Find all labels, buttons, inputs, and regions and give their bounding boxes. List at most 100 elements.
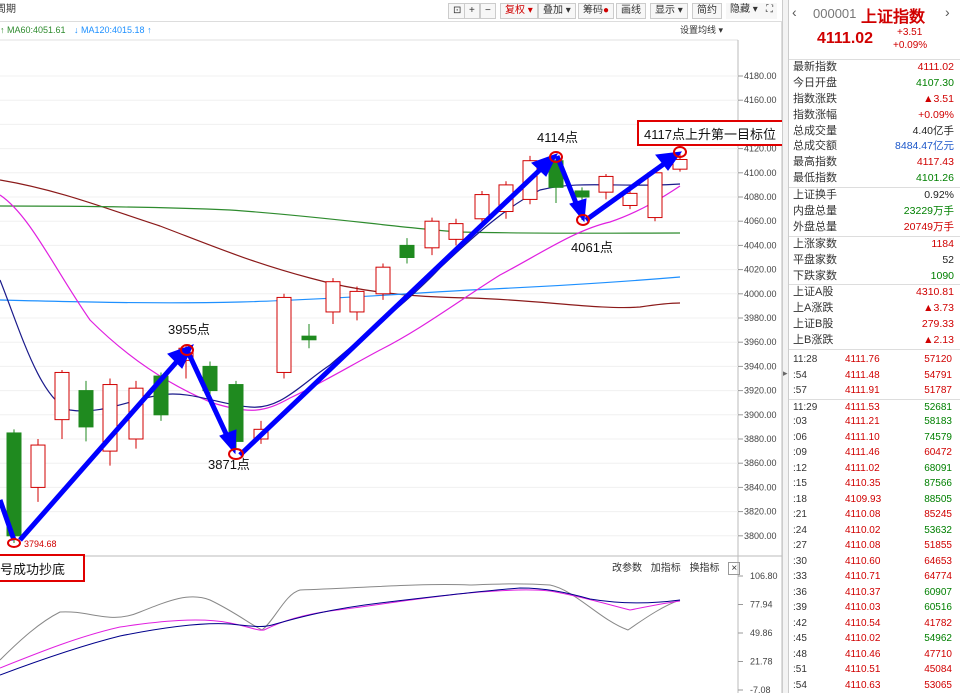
candlestick[interactable] — [325, 278, 341, 325]
period-button[interactable]: 周期 — [0, 3, 20, 19]
stat-value: 52 — [942, 253, 954, 266]
stat-value: 20749万手 — [903, 220, 954, 233]
huaxian-button[interactable]: 画线 — [616, 3, 646, 19]
zoom-out-button[interactable]: − — [480, 3, 496, 19]
tick-row: 11:28 4111.76 57120 — [789, 352, 960, 368]
kline-chart-panel[interactable]: 4180.004160.004140.004120.004100.004080.… — [0, 0, 782, 693]
tick-time: :24 — [793, 524, 807, 536]
candlestick[interactable] — [54, 370, 70, 439]
expand-icon[interactable]: ⛶ — [762, 3, 777, 19]
kline-chart-svg[interactable]: 4180.004160.004140.004120.004100.004080.… — [0, 0, 782, 693]
tick-price: 4109.93 — [845, 493, 882, 505]
tick-time: :39 — [793, 602, 807, 614]
candlestick[interactable] — [647, 169, 663, 222]
tick-volume: 54791 — [924, 369, 952, 381]
prev-arrow-icon[interactable]: ‹ — [792, 4, 797, 20]
annot-3871: 3871点 — [208, 457, 250, 472]
tick-time: 11:29 — [793, 401, 818, 413]
tick-row: :48 4110.46 47710 — [789, 647, 960, 663]
candlestick[interactable] — [448, 218, 464, 246]
tick-row: :12 4111.02 68091 — [789, 461, 960, 477]
tick-price: 4110.08 — [845, 509, 881, 521]
indicator-tick-label: 21.78 — [750, 657, 773, 667]
stat-label: 上证换手 — [793, 189, 837, 202]
tick-price: 4110.63 — [845, 679, 881, 691]
price-tick-label: 4100.00 — [744, 168, 777, 178]
tick-time: 11:28 — [793, 354, 818, 366]
tick-time: :18 — [793, 493, 807, 505]
setting-ma-button[interactable]: 设置均线 ▾ — [680, 22, 723, 38]
tick-row: :03 4111.21 58183 — [789, 414, 960, 430]
candlestick[interactable] — [78, 380, 94, 442]
candlestick[interactable] — [30, 439, 46, 502]
fuquan-button[interactable]: 复权 ▾ — [500, 3, 538, 19]
tick-price: 4110.51 — [845, 664, 881, 676]
candlestick[interactable] — [424, 217, 440, 256]
price-tick-label: 3900.00 — [744, 410, 777, 420]
annot-signal: 号成功抄底 — [0, 562, 65, 577]
stat-label: 上涨家数 — [793, 237, 837, 250]
tick-time: :54 — [793, 679, 807, 691]
chouma-button[interactable]: 筹码● — [578, 3, 615, 19]
jianyue-button[interactable]: 简约 — [692, 3, 722, 19]
tick-volume: 85245 — [924, 509, 952, 521]
yincang-button[interactable]: 隐藏 ▾ — [726, 3, 762, 19]
zoom-in-button[interactable]: + — [464, 3, 480, 19]
tick-row: :18 4109.93 88505 — [789, 492, 960, 508]
stat-row: 下跌家数 1090 — [789, 269, 960, 285]
stats-group-4: 上证A股 4310.81 上A涨跌 ▲3.73 上证B股 279.33 上B涨跌 ▲2.13 — [789, 284, 960, 349]
tick-price: 4111.02 — [845, 462, 880, 474]
tick-price: 4110.54 — [845, 617, 881, 629]
huanzhibiao-button[interactable]: 换指标 — [690, 563, 720, 574]
trend-arrows — [0, 151, 683, 542]
tick-volume: 45084 — [924, 664, 952, 676]
tick-list[interactable]: 11:28 4111.76 57120:54 4111.48 54791:57 4111.… — [789, 349, 960, 693]
jiazhibiao-button[interactable]: 加指标 — [651, 563, 681, 574]
price-tick-label: 3820.00 — [744, 507, 777, 517]
tick-volume: 60907 — [924, 586, 952, 598]
stat-row: 指数涨跌 ▲3.51 — [789, 92, 960, 108]
ma-legend: ↑ MA60:4051.61 ↓ MA120:4015.18 ↑ 设置均线 ▾ — [0, 22, 782, 38]
stat-row: 最新指数 4111.02 — [789, 60, 960, 76]
tick-row: :27 4110.08 51855 — [789, 538, 960, 554]
stat-row: 上证B股 279.33 — [789, 317, 960, 333]
close-icon[interactable]: × — [728, 562, 741, 575]
candlestick[interactable] — [102, 378, 118, 466]
diejia-button[interactable]: 叠加 ▾ — [538, 3, 576, 19]
tick-volume: 68091 — [924, 462, 952, 474]
tick-time: :15 — [793, 478, 807, 490]
stat-row: 上证A股 4310.81 — [789, 285, 960, 301]
next-arrow-icon[interactable]: › — [945, 4, 950, 20]
stat-row: 总成交额 8484.47亿元 — [789, 139, 960, 155]
price-tick-label: 3840.00 — [744, 482, 777, 492]
candlestick[interactable] — [301, 324, 317, 349]
tick-row: :30 4110.60 64653 — [789, 554, 960, 570]
stat-row: 总成交量 4.40亿手 — [789, 124, 960, 140]
candlestick[interactable] — [276, 293, 292, 379]
tick-row: :51 4110.51 45084 — [789, 662, 960, 678]
indicator-tick-label: -7.08 — [750, 685, 771, 693]
indicator-tick-label: 77.94 — [750, 600, 773, 610]
candlestick[interactable] — [598, 174, 614, 200]
gaicanshu-button[interactable]: 改参数 — [612, 563, 642, 574]
quote-sidebar: ‹ 000001 上证指数 › 4111.02 +3.51 +0.09% 最新指… — [788, 0, 960, 693]
stat-row: 上涨家数 1184 — [789, 237, 960, 253]
tick-time: :33 — [793, 571, 807, 583]
xianshi-button[interactable]: 显示 ▾ — [650, 3, 688, 19]
tick-price: 4110.37 — [845, 586, 881, 598]
stat-label: 上B涨跌 — [793, 334, 834, 347]
stat-label: 总成交量 — [793, 124, 837, 137]
tick-volume: 47710 — [924, 648, 952, 660]
stat-value: 279.33 — [921, 318, 954, 331]
collapse-arrow-icon[interactable]: ▸ — [783, 368, 788, 379]
tick-time: :51 — [793, 664, 807, 676]
stat-value: 4107.30 — [916, 76, 954, 89]
candlestick[interactable] — [349, 286, 365, 321]
tick-volume: 64653 — [924, 555, 952, 567]
stat-row: 平盘家数 52 — [789, 253, 960, 269]
tick-volume: 51787 — [924, 385, 952, 397]
candlestick[interactable] — [399, 238, 415, 264]
stat-label: 指数涨幅 — [793, 108, 837, 121]
last-price: 4111.02 — [817, 30, 874, 47]
tick-volume: 53632 — [924, 524, 952, 536]
